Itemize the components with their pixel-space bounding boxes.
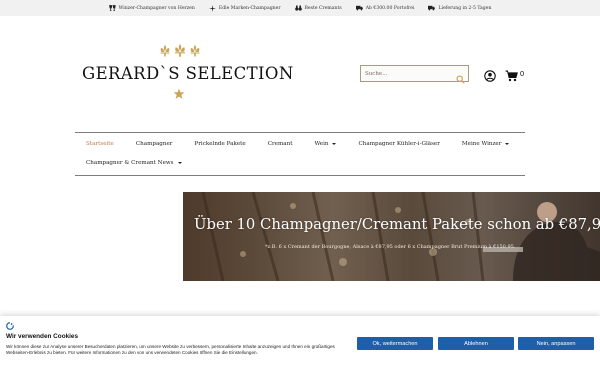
chevron-down-icon bbox=[332, 143, 337, 145]
delivery-truck-icon bbox=[428, 5, 436, 11]
sparkle-icon bbox=[208, 4, 216, 12]
nav-item-label: Startseite bbox=[86, 141, 114, 147]
chevron-down-icon bbox=[505, 143, 510, 145]
nav-item-label: Cremant bbox=[267, 141, 293, 147]
cookie-reject-button[interactable]: Ablehnen bbox=[438, 337, 514, 350]
wine-glasses-icon bbox=[108, 5, 116, 11]
nav-item-label: Champagner bbox=[135, 141, 173, 147]
cart-count: 0 bbox=[520, 69, 525, 78]
banner-photo bbox=[183, 192, 600, 281]
cookie-icon bbox=[6, 322, 14, 330]
chevron-down-icon bbox=[177, 162, 182, 164]
nav-item-news[interactable]: Champagner & Cremant News bbox=[75, 160, 193, 166]
search-input[interactable] bbox=[361, 66, 451, 81]
info-item-label: Ab €300.00 Portofrei bbox=[365, 5, 415, 11]
cookie-title: Wir verwenden Cookies bbox=[6, 333, 79, 340]
nav-item-champagner[interactable]: Champagner bbox=[125, 141, 184, 147]
nav-item-kuehler-glaeser[interactable]: Champagner Kühler-i-Gläser bbox=[347, 141, 450, 147]
nav-item-cremant[interactable]: Cremant bbox=[257, 141, 304, 147]
info-item-marken: Edle Marken-Champagner bbox=[208, 4, 281, 12]
info-item-label: Beste Cremants bbox=[304, 5, 342, 11]
nav-item-wein[interactable]: Wein bbox=[303, 141, 347, 147]
nav-item-prickelnde-pakete[interactable]: Prickelnde Pakete bbox=[183, 141, 256, 147]
banner-subtitle: *z.B. 6 x Cremant der Bourgogne, Alsace … bbox=[265, 244, 516, 250]
cookie-customize-button[interactable]: Nein, anpassen bbox=[518, 337, 594, 350]
cart-icon bbox=[505, 70, 518, 82]
nav-item-label: Prickelnde Pakete bbox=[194, 141, 246, 147]
search-icon bbox=[456, 75, 465, 84]
banner-title: Über 10 Champagner/Cremant Pakete schon … bbox=[194, 216, 600, 233]
info-item-portofrei: Ab €300.00 Portofrei bbox=[355, 5, 415, 11]
info-item-winzer: Winzer-Champagner von Herzen bbox=[108, 5, 195, 11]
fleur-de-lis-icon bbox=[160, 44, 200, 57]
info-item-label: Edle Marken-Champagner bbox=[218, 5, 281, 11]
binoculars-icon bbox=[294, 5, 302, 11]
user-icon bbox=[484, 70, 496, 82]
info-item-lieferung: Lieferung in 2-5 Tagen bbox=[428, 5, 491, 11]
nav-item-label: Meine Winzer bbox=[461, 141, 502, 147]
cookie-text: Wir können diese zur Analyse unserer Bes… bbox=[6, 344, 335, 355]
nav-item-startseite[interactable]: Startseite bbox=[75, 141, 125, 147]
search-button[interactable] bbox=[456, 69, 465, 84]
nav-item-meine-winzer[interactable]: Meine Winzer bbox=[451, 141, 521, 147]
star-icon bbox=[173, 88, 185, 99]
nav-item-label: Champagner Kühler-i-Gläser bbox=[358, 141, 440, 147]
hero-banner[interactable]: Über 10 Champagner/Cremant Pakete schon … bbox=[183, 192, 600, 281]
info-item-label: Lieferung in 2-5 Tagen bbox=[438, 5, 492, 11]
info-item-cremants: Beste Cremants bbox=[294, 5, 342, 11]
main-nav: Startseite Champagner Prickelnde Pakete … bbox=[75, 132, 525, 176]
truck-icon bbox=[355, 5, 363, 11]
info-bar: Winzer-Champagner von Herzen Edle Marken… bbox=[0, 0, 600, 16]
info-item-label: Winzer-Champagner von Herzen bbox=[118, 5, 195, 11]
account-button[interactable] bbox=[484, 67, 496, 82]
logo-wordmark: GERARD`S SELECTION bbox=[82, 64, 294, 83]
cart-button[interactable] bbox=[505, 67, 518, 82]
cookie-accept-button[interactable]: Ok, weitermachen bbox=[357, 337, 433, 350]
nav-item-label: Champagner & Cremant News bbox=[86, 160, 174, 166]
nav-item-label: Wein bbox=[314, 141, 329, 147]
site-logo[interactable]: GERARD`S SELECTION bbox=[80, 44, 293, 104]
search-box bbox=[360, 65, 469, 84]
